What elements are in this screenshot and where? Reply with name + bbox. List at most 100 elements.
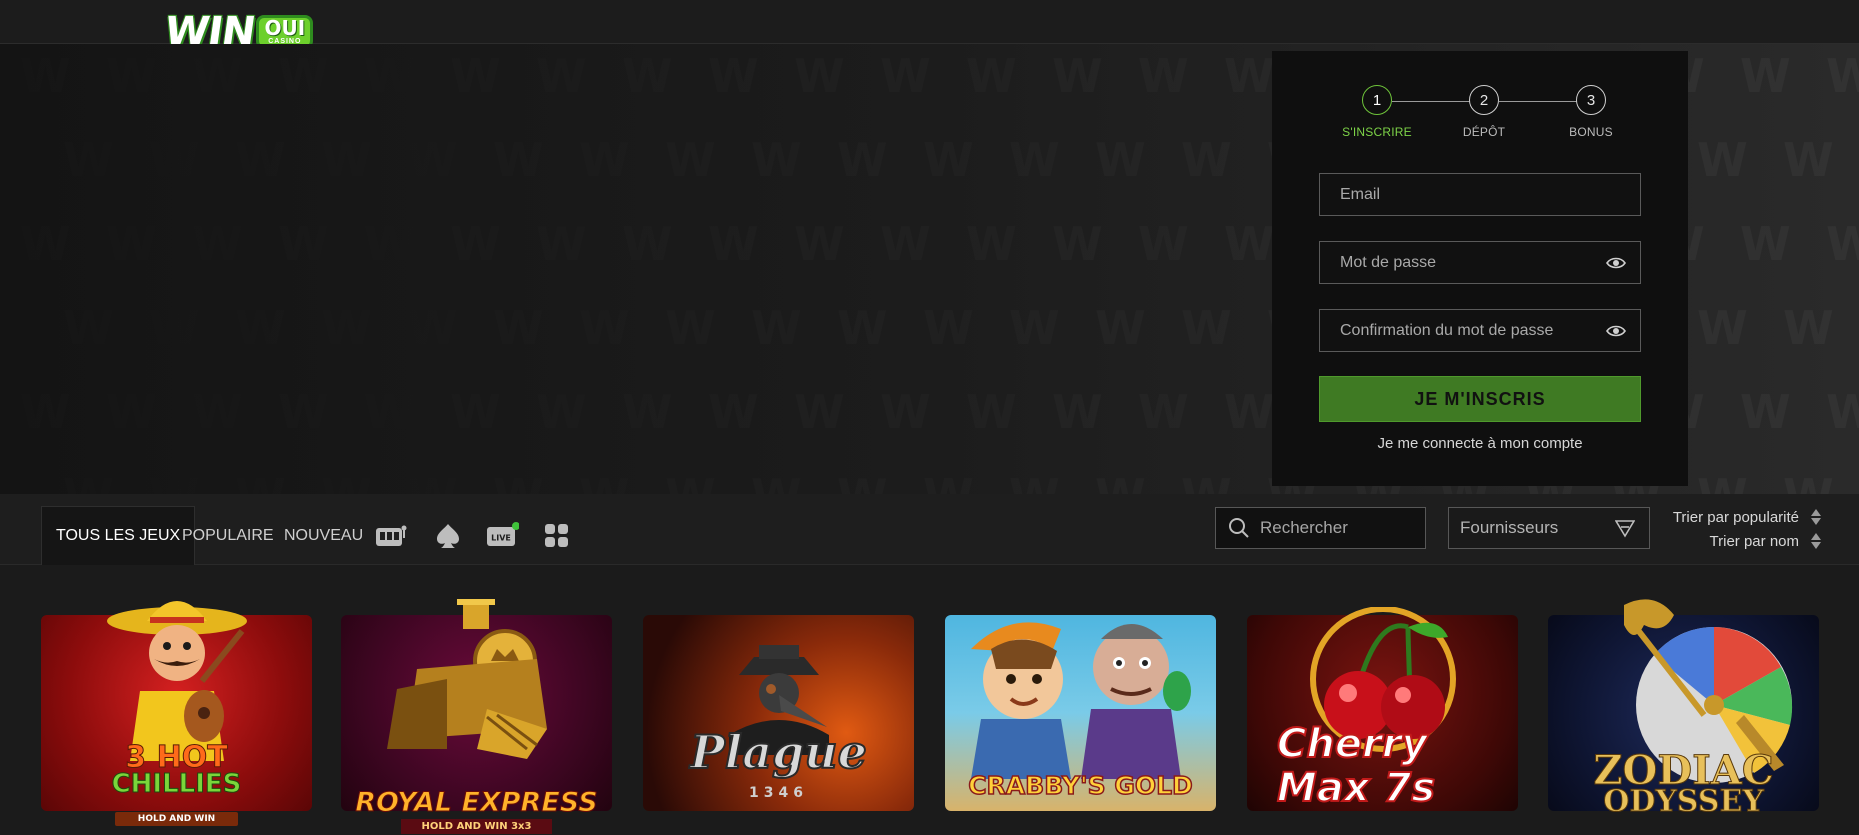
- hero-w-mark: W: [1009, 469, 1060, 494]
- hero-w-mark: W: [880, 385, 931, 439]
- hero-w-mark: W: [536, 49, 587, 103]
- signup-panel: 1 S'INSCRIRE 2 DÉPÔT 3 BONUS JE M'INSCRI…: [1272, 51, 1688, 486]
- hero-w-mark: W: [1138, 385, 1189, 439]
- hero-w-mark: W: [321, 133, 372, 187]
- hero-w-mark: W: [106, 385, 157, 439]
- hero-w-mark: W: [1138, 49, 1189, 103]
- hero-w-mark: W: [149, 133, 200, 187]
- hero-w-mark: W: [966, 49, 1017, 103]
- tab-label: TOUS LES JEUX: [56, 527, 181, 544]
- search-input[interactable]: [1260, 518, 1410, 538]
- hero-w-mark: W: [751, 301, 802, 355]
- hero-w-mark: W: [278, 217, 329, 271]
- slot-machine-icon[interactable]: [374, 520, 408, 550]
- hero-w-mark: W: [622, 217, 673, 271]
- search-icon: [1229, 518, 1249, 538]
- step-label: S'INSCRIRE: [1342, 125, 1412, 139]
- golden-train-art: [386, 599, 547, 759]
- hero-w-mark: W: [1697, 301, 1748, 355]
- hero-w-mark: W: [235, 133, 286, 187]
- login-link[interactable]: Je me connecte à mon compte: [1319, 435, 1641, 452]
- providers-dropdown[interactable]: Fournisseurs: [1448, 507, 1650, 549]
- email-input[interactable]: [1340, 185, 1620, 204]
- tab-new[interactable]: NOUVEAU: [270, 506, 377, 565]
- hero-w-mark: W: [1783, 301, 1834, 355]
- hero-w-mark: W: [1009, 133, 1060, 187]
- hero-w-mark: W: [665, 301, 716, 355]
- spade-icon[interactable]: [431, 520, 465, 550]
- game-subtitle: HOLD AND WIN 3x3: [401, 819, 552, 834]
- hero-w-mark: W: [192, 385, 243, 439]
- eye-icon[interactable]: [1606, 324, 1626, 338]
- game-card-plague[interactable]: Plague 1346: [643, 615, 914, 811]
- hero-w-mark: W: [1783, 469, 1834, 494]
- live-icon[interactable]: LIVE: [485, 520, 519, 550]
- email-field[interactable]: [1319, 173, 1641, 216]
- hero-w-mark: W: [493, 469, 544, 494]
- password-input[interactable]: [1340, 253, 1620, 272]
- hero-w-mark: W: [751, 469, 802, 494]
- hero-w-mark: W: [450, 385, 501, 439]
- sort-by-popularity[interactable]: Trier par popularité: [1673, 506, 1821, 528]
- hero-w-mark: W: [966, 385, 1017, 439]
- hero-w-mark: W: [235, 469, 286, 494]
- sort-by-name[interactable]: Trier par nom: [1710, 530, 1821, 552]
- hero-w-mark: W: [63, 301, 114, 355]
- confirm-password-field[interactable]: [1319, 309, 1641, 352]
- hero-w-mark: W: [1826, 385, 1859, 439]
- confirm-password-input[interactable]: [1340, 321, 1620, 340]
- game-card-zodiac-odyssey[interactable]: ZODIAC ODYSSEY: [1548, 599, 1819, 817]
- hero-w-mark: W: [321, 469, 372, 494]
- hero-w-mark: W: [579, 133, 630, 187]
- hero-w-mark: W: [407, 301, 458, 355]
- hero-w-mark: W: [923, 469, 974, 494]
- hero-w-mark: W: [63, 469, 114, 494]
- game-search[interactable]: [1215, 507, 1426, 549]
- game-card-3-hot-chillies[interactable]: 3 HOT CHILLIES HOLD AND WIN: [41, 601, 312, 826]
- game-card-cherry-max-7s[interactable]: Cherry Max 7s: [1247, 607, 1518, 812]
- tab-label: POPULAIRE: [182, 526, 274, 544]
- hero-w-mark: W: [20, 217, 71, 271]
- hero-w-mark: W: [1095, 133, 1146, 187]
- hero-w-mark: W: [493, 301, 544, 355]
- hero-w-mark: W: [106, 217, 157, 271]
- password-field[interactable]: [1319, 241, 1641, 284]
- eye-icon[interactable]: [1606, 256, 1626, 270]
- hero-w-mark: W: [149, 469, 200, 494]
- game-card-royal-express[interactable]: ROYAL EXPRESS HOLD AND WIN 3x3: [341, 599, 612, 834]
- hero-w-mark: W: [1009, 301, 1060, 355]
- game-card-crabbys-gold[interactable]: CRABBY'S GOLD: [945, 615, 1216, 811]
- hero-w-mark: W: [1052, 217, 1103, 271]
- hero-w-mark: W: [837, 301, 888, 355]
- hero-w-mark: W: [622, 49, 673, 103]
- hero-w-mark: W: [1740, 385, 1791, 439]
- hero-w-mark: W: [1181, 469, 1232, 494]
- games-grid: 3 HOT CHILLIES HOLD AND WIN ROYAL EXPRES…: [0, 565, 1859, 835]
- top-header: WIN OUI CASINO: [0, 0, 1859, 55]
- sort-label: Trier par popularité: [1672, 508, 1799, 526]
- hero-w-mark: W: [1224, 217, 1275, 271]
- hero-w-mark: W: [708, 217, 759, 271]
- hero-w-mark: W: [665, 469, 716, 494]
- hero-w-mark: W: [1138, 217, 1189, 271]
- signup-submit-button[interactable]: JE M'INSCRIS: [1319, 376, 1641, 422]
- hero-w-mark: W: [450, 217, 501, 271]
- game-subtitle: HOLD AND WIN: [115, 812, 238, 826]
- step-number: 2: [1469, 85, 1499, 115]
- signup-steps: 1 S'INSCRIRE 2 DÉPÔT 3 BONUS: [1342, 85, 1622, 145]
- hero-w-mark: W: [149, 301, 200, 355]
- hero-w-mark: W: [536, 217, 587, 271]
- grid-icon[interactable]: [541, 520, 575, 550]
- hero-w-mark: W: [708, 385, 759, 439]
- hero-w-mark: W: [192, 217, 243, 271]
- hero-w-mark: W: [1224, 49, 1275, 103]
- step-number: 3: [1576, 85, 1606, 115]
- hero-w-mark: W: [665, 133, 716, 187]
- hero-w-mark: W: [364, 217, 415, 271]
- game-title-line2: CHILLIES: [111, 769, 242, 799]
- game-title-line2: Max 7s: [1276, 764, 1436, 812]
- hero-w-mark: W: [837, 469, 888, 494]
- hero-w-mark: W: [1783, 133, 1834, 187]
- hero-w-mark: W: [837, 133, 888, 187]
- hero-w-mark: W: [1224, 385, 1275, 439]
